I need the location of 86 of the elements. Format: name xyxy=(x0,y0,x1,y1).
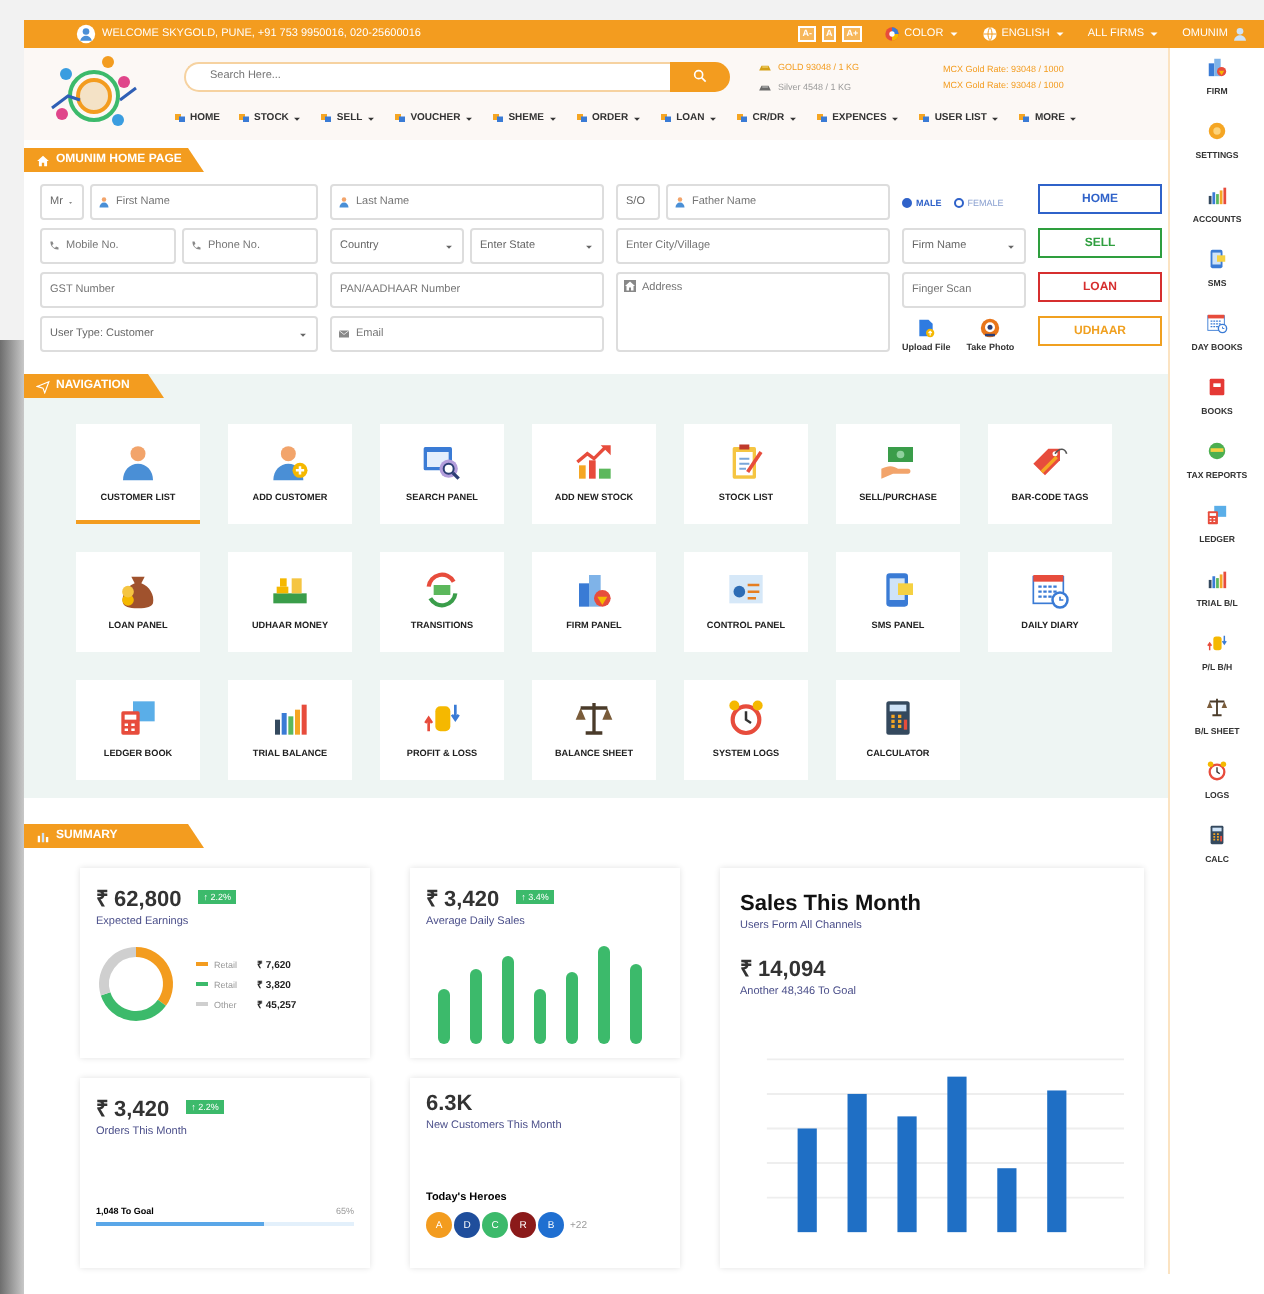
send-icon xyxy=(36,379,50,393)
caret-icon xyxy=(990,113,1001,123)
tile-icon xyxy=(660,112,673,124)
user-icon xyxy=(1232,26,1248,42)
book-icon xyxy=(1206,376,1229,398)
tile-icon xyxy=(394,112,407,124)
caret-icon xyxy=(444,241,454,251)
buildings-icon xyxy=(1206,56,1229,78)
phone-icon xyxy=(48,240,60,252)
person-icon xyxy=(98,196,110,208)
chart-bar xyxy=(1047,1090,1067,1233)
caret-icon xyxy=(632,113,643,123)
tile-icon xyxy=(736,112,749,124)
chart-bar xyxy=(797,1128,817,1233)
globe-icon xyxy=(981,26,998,42)
alarm-clock-icon xyxy=(726,698,766,738)
amount-text: ₹ 3,420 xyxy=(96,1096,170,1122)
chart-bar xyxy=(438,989,450,1044)
tile-icon xyxy=(576,112,588,124)
person-icon xyxy=(674,196,686,208)
tile-icon xyxy=(492,112,505,124)
alarm-clock-icon xyxy=(1206,760,1229,782)
calculator-icon xyxy=(1206,824,1229,846)
tile-icon xyxy=(816,112,829,124)
web-search-icon xyxy=(422,442,462,482)
buildings-icon xyxy=(574,570,614,610)
avatar-icon xyxy=(76,24,96,44)
tile-icon xyxy=(238,112,250,124)
cash-hand-icon xyxy=(878,442,918,482)
chart-bar xyxy=(502,956,514,1044)
tile-icon xyxy=(1018,112,1031,124)
chart-icon xyxy=(36,829,50,843)
caret-icon xyxy=(788,113,799,123)
caret-icon xyxy=(366,113,377,123)
caret-icon xyxy=(1053,28,1066,40)
amount-text: ₹ 3,420 xyxy=(426,886,500,912)
caret-icon xyxy=(548,113,558,123)
tile-icon xyxy=(320,112,333,124)
amount-text: ₹ 62,800 xyxy=(96,886,182,912)
chart-bar xyxy=(997,1168,1017,1233)
calendar-icon xyxy=(1206,312,1229,334)
chart-bar xyxy=(470,969,482,1044)
home-icon xyxy=(36,153,50,167)
calculator-book-icon xyxy=(118,698,158,738)
chart-bar xyxy=(534,989,546,1044)
caret-icon xyxy=(464,113,475,123)
phone-icon xyxy=(1206,248,1229,270)
amount-text: 6.3K xyxy=(426,1092,473,1116)
tile-icon xyxy=(918,112,931,124)
caret-icon xyxy=(1068,113,1079,123)
chart-bar xyxy=(847,1093,867,1233)
add-person-icon xyxy=(270,442,310,482)
bar-chart-icon xyxy=(1206,184,1229,206)
caret-icon xyxy=(298,329,308,339)
tile-icon xyxy=(174,112,186,124)
chart-bar xyxy=(630,964,642,1044)
mail-icon xyxy=(338,328,350,340)
chart-bar xyxy=(566,972,578,1044)
card-title: Sales This Month xyxy=(740,892,923,916)
calendar-icon xyxy=(1030,570,1070,610)
coins-icon xyxy=(1206,632,1229,654)
exchange-icon xyxy=(422,570,462,610)
webcam-icon xyxy=(980,318,1001,338)
chart-bar xyxy=(598,946,610,1044)
caret-icon xyxy=(708,113,719,123)
home-icon xyxy=(624,280,636,292)
chart-bar xyxy=(897,1116,917,1233)
caret-icon xyxy=(890,113,901,123)
calculator-book-icon xyxy=(1206,504,1229,526)
phone-icon xyxy=(190,240,202,252)
caret-icon xyxy=(1148,28,1161,40)
caret-icon xyxy=(584,241,594,251)
search-icon xyxy=(692,68,708,84)
person-icon xyxy=(338,196,350,208)
caret-icon xyxy=(947,28,960,40)
file-upload-icon xyxy=(916,318,937,338)
caret-icon xyxy=(1006,241,1016,251)
bar-chart-icon xyxy=(1206,568,1229,590)
caret-icon xyxy=(292,113,303,123)
person-icon xyxy=(118,442,158,482)
search-button[interactable] xyxy=(670,61,730,91)
scales-icon xyxy=(574,698,614,738)
growth-chart-icon xyxy=(574,442,614,482)
color-wheel-icon xyxy=(884,26,901,42)
scales-icon xyxy=(1206,696,1229,718)
amount-text: ₹ 14,094 xyxy=(740,956,828,982)
